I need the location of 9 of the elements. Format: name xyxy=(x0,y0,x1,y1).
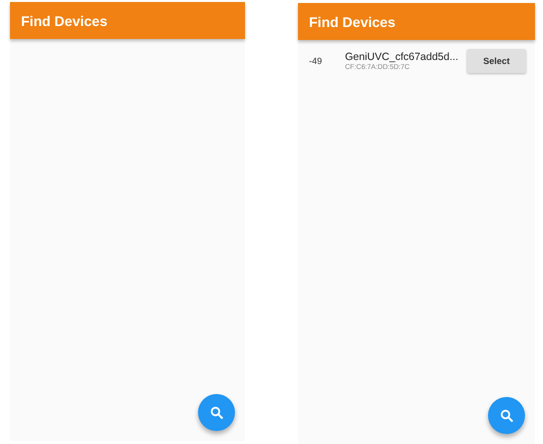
app-bar-title: Find Devices xyxy=(21,12,108,28)
search-icon xyxy=(500,408,514,422)
device-name: GeniUVC_cfc67add5d... xyxy=(345,51,460,63)
app-bar-title: Find Devices xyxy=(309,14,396,30)
signal-strength: -49 xyxy=(309,56,324,66)
select-button[interactable]: Select xyxy=(467,49,526,73)
search-button[interactable] xyxy=(198,394,235,431)
search-icon xyxy=(210,406,224,420)
search-button[interactable] xyxy=(488,397,525,434)
